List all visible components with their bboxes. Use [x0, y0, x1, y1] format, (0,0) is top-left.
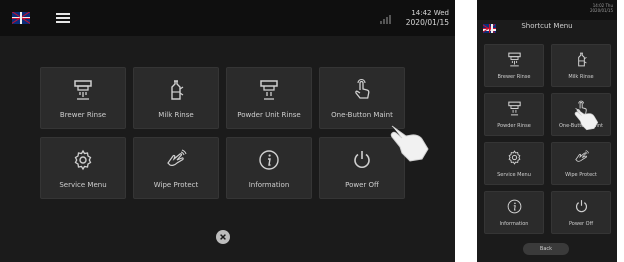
tile-information[interactable]: Information — [226, 137, 312, 199]
tile-label: Service Menu — [497, 172, 531, 178]
tile-milk-rinse[interactable]: Milk Rinse — [133, 67, 219, 129]
powder-unit-rinse-icon — [507, 101, 521, 116]
tile-wipe-protect[interactable]: Wipe Protect — [133, 137, 219, 199]
tile-label: Milk Rinse — [568, 74, 594, 80]
info-icon — [507, 199, 521, 214]
power-icon — [575, 200, 587, 213]
brewer-rinse-icon — [74, 79, 92, 100]
powder-unit-rinse-icon — [260, 79, 278, 100]
status-clock: 14:02 Thu 2020/01/15 — [590, 3, 613, 13]
wipe-hand-icon — [167, 149, 187, 166]
uk-flag-icon[interactable] — [12, 12, 30, 24]
tile-label: Power Off — [345, 180, 379, 189]
pointing-hand-icon — [574, 107, 599, 131]
tile-label: Milk Rinse — [158, 110, 194, 119]
tile-label: Powder Rinse — [497, 123, 531, 129]
status-date: 2020/01/15 — [589, 8, 613, 13]
tile-label: Wipe Protect — [565, 172, 597, 178]
tile-label: Information — [248, 180, 290, 189]
tile-wipe-protect[interactable]: Wipe Protect — [551, 142, 611, 185]
clock: 14:42 Wed 2020/01/15 — [406, 8, 449, 28]
tile-label: Brewer Rinse — [497, 74, 531, 80]
tile-label: Information — [499, 221, 529, 227]
tile-information[interactable]: Information — [484, 191, 544, 234]
clock-date: 2020/01/15 — [405, 18, 449, 27]
gear-icon — [74, 149, 92, 170]
tile-service-menu[interactable]: Service Menu — [40, 137, 126, 199]
clock-time: 14:42 Wed — [411, 9, 449, 17]
tile-label: One-Button Maint — [331, 110, 393, 119]
touch-hand-icon — [355, 78, 370, 99]
wipe-hand-icon — [574, 150, 589, 162]
close-icon — [220, 234, 226, 240]
tile-milk-rinse[interactable]: Milk Rinse — [551, 44, 611, 87]
milk-rinse-icon — [577, 52, 587, 67]
tile-power-off[interactable]: Power Off — [551, 191, 611, 234]
hamburger-menu-icon[interactable] — [56, 13, 70, 23]
portrait-screen: 14:02 Thu 2020/01/15 Shortcut Menu Brewe… — [477, 0, 617, 262]
close-button[interactable] — [216, 230, 230, 244]
tile-brewer-rinse[interactable]: Brewer Rinse — [484, 44, 544, 87]
tile-service-menu[interactable]: Service Menu — [484, 142, 544, 185]
back-button[interactable]: Back — [523, 243, 569, 255]
gear-icon — [508, 150, 520, 165]
landscape-screen: 14:42 Wed 2020/01/15 Brewer Rinse Milk R… — [0, 0, 455, 262]
top-bar: 14:02 Thu 2020/01/15 — [477, 0, 617, 20]
pointing-hand-icon — [390, 125, 429, 162]
tile-label: Power Off — [568, 221, 594, 227]
milk-rinse-icon — [171, 79, 184, 100]
page-title: Shortcut Menu — [521, 22, 573, 30]
tile-powder-unit-rinse[interactable]: Powder Unit Rinse — [226, 67, 312, 129]
brewer-rinse-icon — [507, 52, 521, 67]
tile-label: Wipe Protect — [153, 180, 199, 189]
tile-label: Brewer Rinse — [59, 110, 107, 119]
top-bar: 14:42 Wed 2020/01/15 — [0, 0, 455, 36]
signal-icon — [380, 14, 392, 24]
tile-powder-rinse[interactable]: Powder Rinse — [484, 93, 544, 136]
shortcut-grid: Brewer Rinse Milk Rinse Powder Rinse One… — [484, 44, 611, 234]
info-icon — [259, 149, 279, 170]
power-icon — [354, 150, 370, 168]
tile-label: Powder Unit Rinse — [237, 110, 301, 119]
tile-label: Service Menu — [59, 180, 107, 189]
shortcut-grid: Brewer Rinse Milk Rinse Powder Unit Rins… — [40, 67, 405, 199]
tile-brewer-rinse[interactable]: Brewer Rinse — [40, 67, 126, 129]
